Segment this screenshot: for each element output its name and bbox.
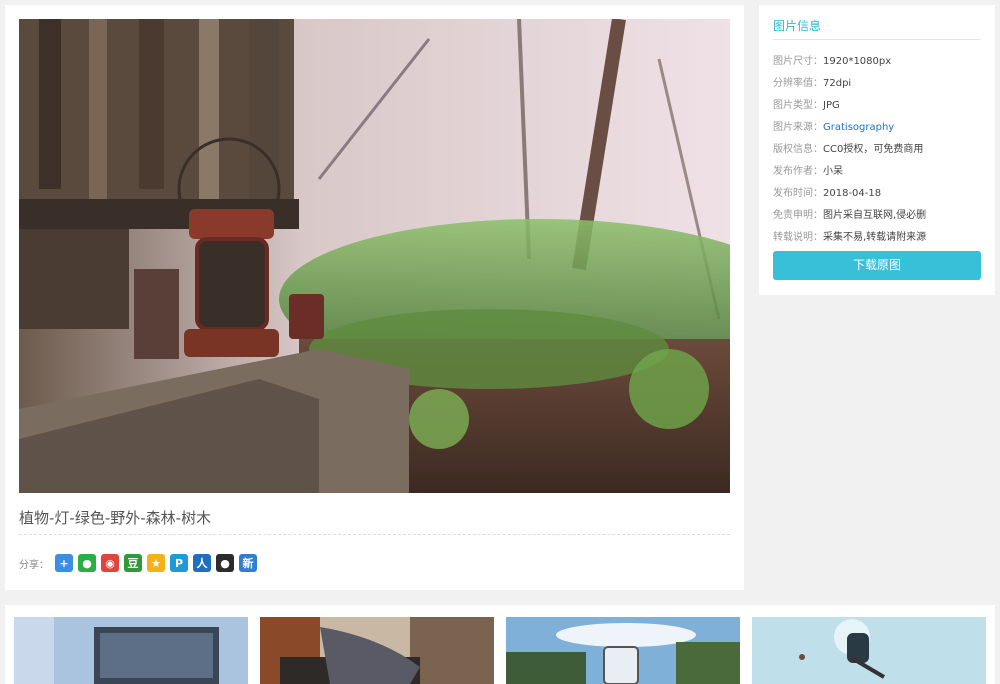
divider (19, 534, 730, 535)
share-label: 分享： (19, 559, 49, 571)
info-value: 采集不易,转载请附来源 (823, 232, 927, 243)
main-photo[interactable] (19, 19, 730, 493)
info-label: 图片类型： (773, 100, 823, 111)
info-row-repost: 转载说明：采集不易,转载请附来源 (773, 228, 926, 243)
info-label: 发布时间： (773, 188, 823, 199)
share-wechat-icon[interactable]: ● (78, 554, 96, 572)
share-douban-icon[interactable]: 豆 (124, 554, 142, 572)
share-weibo-icon[interactable]: ◉ (101, 554, 119, 572)
related-thumb[interactable] (260, 617, 494, 684)
info-value: CC0授权，可免费商用 (823, 144, 924, 155)
share-qzone-icon[interactable]: ★ (147, 554, 165, 572)
info-label: 版权信息： (773, 144, 823, 155)
related-thumb[interactable] (506, 617, 740, 684)
photo-title: 植物-灯-绿色-野外-森林-树木 (19, 509, 212, 527)
share-qq-icon[interactable]: ● (216, 554, 234, 572)
info-row-type: 图片类型：JPG (773, 96, 840, 111)
info-label: 转载说明： (773, 232, 823, 243)
share-bar: 分享： + ● ◉ 豆 ★ P 人 ● 新 (19, 553, 262, 573)
info-row-disclaimer: 免责申明：图片采自互联网,侵必删 (773, 206, 926, 221)
share-renren-icon[interactable]: 人 (193, 554, 211, 572)
photo-card: 植物-灯-绿色-野外-森林-树木 分享： + ● ◉ 豆 ★ P 人 ● 新 (5, 5, 744, 590)
share-tencent-weibo-icon[interactable]: P (170, 554, 188, 572)
download-button[interactable]: 下载原图 (773, 251, 981, 280)
info-row-source: 图片来源：Gratisography (773, 118, 894, 133)
related-thumb[interactable] (14, 617, 248, 684)
info-title: 图片信息 (773, 19, 822, 33)
related-thumb[interactable] (752, 617, 986, 684)
info-row-copyright: 版权信息：CC0授权，可免费商用 (773, 140, 923, 155)
related-images (5, 605, 995, 684)
share-more-icon[interactable]: + (55, 554, 73, 572)
info-label: 分辨率值： (773, 78, 823, 89)
info-value: 1920*1080px (823, 56, 892, 67)
info-value: 图片采自互联网,侵必删 (823, 210, 927, 221)
info-label: 图片尺寸： (773, 56, 823, 67)
info-label: 图片来源： (773, 122, 823, 133)
info-divider (773, 39, 981, 40)
info-value: 小呆 (823, 166, 843, 177)
info-label: 发布作者： (773, 166, 823, 177)
source-link[interactable]: Gratisography (823, 122, 894, 133)
info-value: 2018-04-18 (823, 188, 882, 199)
info-value: 72dpi (823, 78, 852, 89)
info-row-resolution: 分辨率值：72dpi (773, 74, 851, 89)
info-value: JPG (823, 100, 840, 111)
share-sina-icon[interactable]: 新 (239, 554, 257, 572)
info-row-author: 发布作者：小呆 (773, 162, 843, 177)
info-label: 免责申明： (773, 210, 823, 221)
info-row-size: 图片尺寸：1920*1080px (773, 52, 891, 67)
info-row-date: 发布时间：2018-04-18 (773, 184, 881, 199)
image-info-panel: 图片信息 图片尺寸：1920*1080px 分辨率值：72dpi 图片类型：JP… (759, 5, 995, 295)
